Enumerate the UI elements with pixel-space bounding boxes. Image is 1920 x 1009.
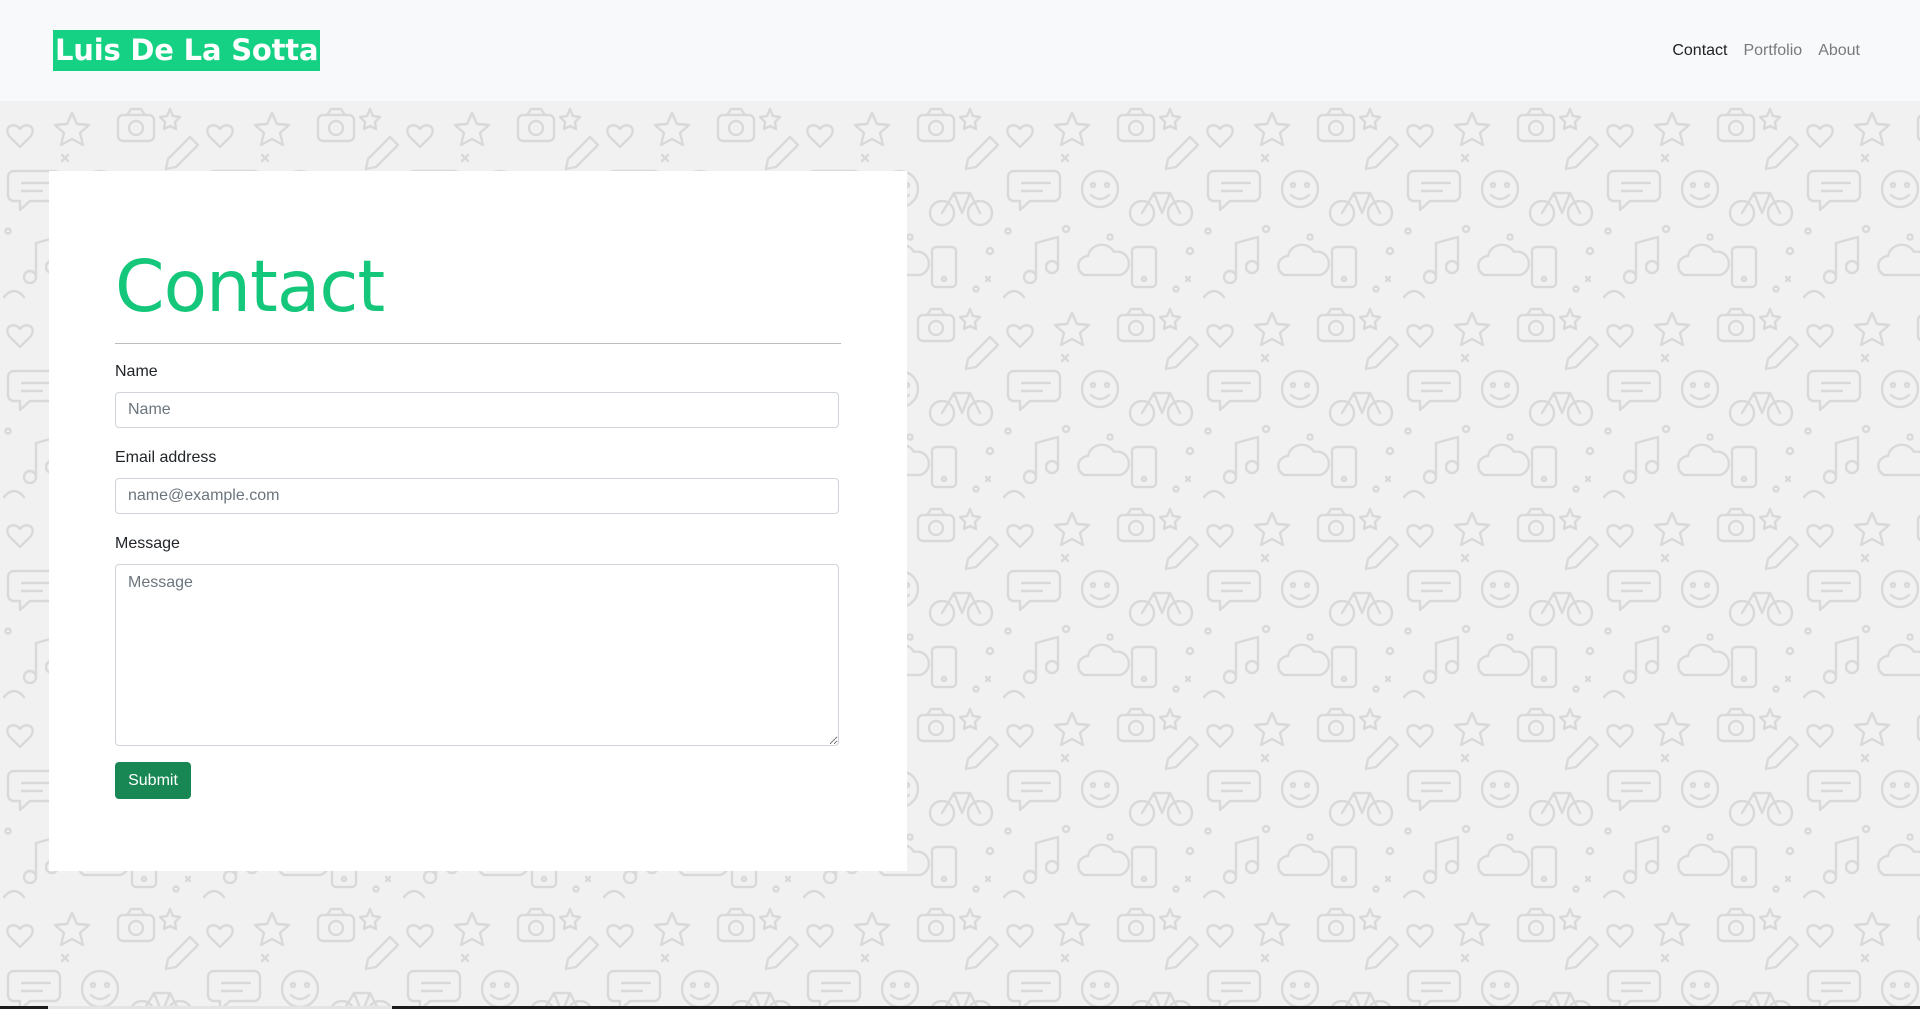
- submit-button[interactable]: Submit: [115, 762, 191, 799]
- email-label: Email address: [115, 449, 217, 466]
- email-input[interactable]: [115, 478, 839, 514]
- brand-logo[interactable]: Luis De La Sotta: [53, 30, 321, 71]
- page-title: Contact: [115, 245, 385, 328]
- message-textarea[interactable]: [115, 564, 839, 746]
- message-label: Message: [115, 535, 180, 552]
- nav-link-contact[interactable]: Contact: [1672, 38, 1727, 64]
- contact-card: Contact Name Email address Message Submi…: [49, 171, 907, 871]
- nav-link-about[interactable]: About: [1818, 38, 1860, 64]
- nav-link-portfolio[interactable]: Portfolio: [1743, 38, 1802, 64]
- nav-links: Contact Portfolio About: [1672, 38, 1860, 64]
- name-label: Name: [115, 363, 158, 380]
- navbar: Luis De La Sotta Contact Portfolio About: [0, 0, 1920, 101]
- name-input[interactable]: [115, 392, 839, 428]
- title-divider: [115, 343, 841, 344]
